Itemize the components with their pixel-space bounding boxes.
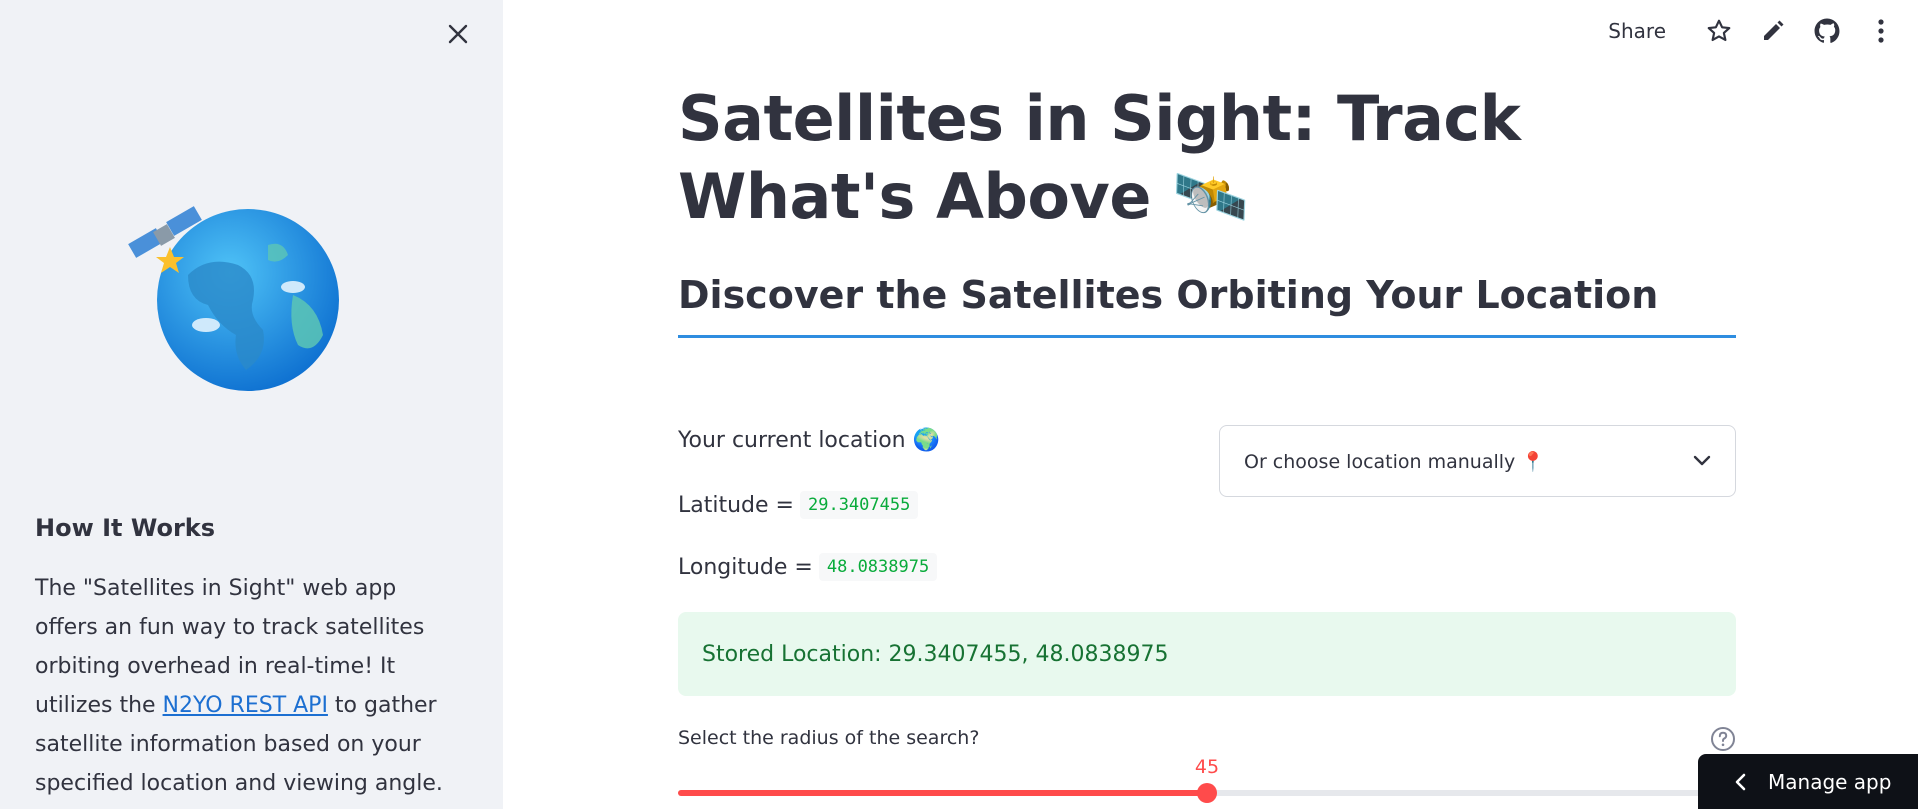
pencil-icon xyxy=(1764,20,1784,40)
longitude-row: Longitude = 48.0838975 xyxy=(678,553,938,581)
latitude-label: Latitude = xyxy=(678,492,794,518)
current-location-label: Your current location 🌍 xyxy=(678,428,940,453)
manual-location-label: Or choose location manually 📍 xyxy=(1244,450,1545,473)
chevron-left-icon xyxy=(1735,773,1746,790)
stored-location-alert: Stored Location: 29.3407455, 48.0838975 xyxy=(678,612,1736,696)
github-button[interactable] xyxy=(1800,4,1854,58)
radius-slider-label: Select the radius of the search? xyxy=(678,727,980,749)
more-vertical-icon xyxy=(1878,19,1884,43)
close-icon xyxy=(448,24,468,44)
n2yo-api-link[interactable]: N2YO REST API xyxy=(163,693,328,718)
edit-button[interactable] xyxy=(1746,4,1800,58)
globe-satellite-illustration xyxy=(128,205,348,395)
page-subtitle: Discover the Satellites Orbiting Your Lo… xyxy=(678,273,1659,317)
sidebar: How It Works The "Satellites in Sight" w… xyxy=(0,0,503,809)
radius-slider-fill xyxy=(678,790,1207,796)
how-it-works-description: The "Satellites in Sight" web app offers… xyxy=(35,576,443,796)
latitude-row: Latitude = 29.3407455 xyxy=(678,491,919,519)
star-icon xyxy=(1707,19,1731,42)
how-it-works-heading: How It Works xyxy=(35,514,216,542)
page-title: Satellites in Sight: Track What's Above … xyxy=(678,82,1521,233)
radius-slider-value: 45 xyxy=(1194,756,1220,778)
longitude-value: 48.0838975 xyxy=(818,553,938,581)
manage-app-button[interactable]: Manage app xyxy=(1698,754,1918,809)
longitude-label: Longitude = xyxy=(678,554,813,580)
subtitle-divider xyxy=(678,335,1736,338)
help-icon[interactable] xyxy=(1710,726,1736,752)
github-icon xyxy=(1814,18,1840,43)
favorite-button[interactable] xyxy=(1692,4,1746,58)
manual-location-expander[interactable]: Or choose location manually 📍 xyxy=(1219,425,1736,497)
latitude-value: 29.3407455 xyxy=(799,491,919,519)
radius-slider-thumb[interactable] xyxy=(1197,783,1217,803)
main-menu-button[interactable] xyxy=(1854,4,1908,58)
close-sidebar-button[interactable] xyxy=(440,16,476,52)
chevron-down-icon xyxy=(1693,455,1711,466)
share-button[interactable]: Share xyxy=(1608,19,1666,43)
header-toolbar: Share xyxy=(1608,0,1918,62)
radius-slider[interactable] xyxy=(678,783,1736,803)
manage-app-label: Manage app xyxy=(1768,769,1892,794)
